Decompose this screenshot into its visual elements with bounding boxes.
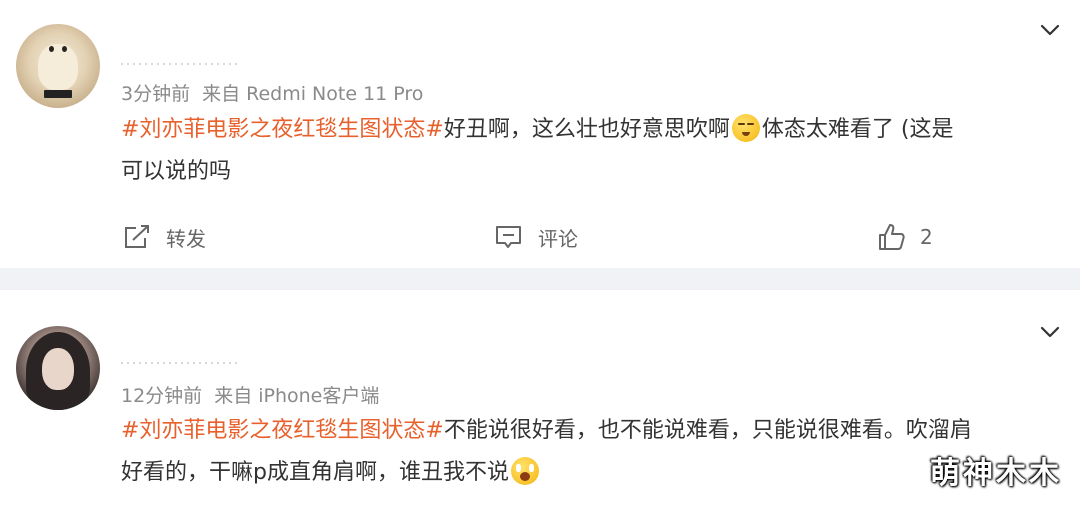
section-divider [0,268,1080,290]
username-placeholder [121,63,241,67]
crying-face-emoji [510,457,539,485]
source-label: 来自 iPhone客户端 [214,385,380,407]
repost-icon [125,225,149,248]
text-segment: 可以说的吗 [121,159,232,184]
squint-face-emoji [731,114,760,142]
comment-label: 评论 [538,226,578,251]
source-label: 来自 Redmi Note 11 Pro [202,83,424,105]
comment-card: 12分钟前 来自 iPhone客户端 #刘亦菲电影之夜红毯生图状态#不能说很好看，… [0,290,1080,508]
topic-link[interactable]: #刘亦菲电影之夜红毯生图状态# [121,418,444,443]
thumbs-up-icon [879,224,905,250]
avatar[interactable] [16,24,100,108]
chevron-down-icon[interactable] [1038,320,1062,344]
watermark: 萌神木木 [930,456,1062,491]
topic-link[interactable]: #刘亦菲电影之夜红毯生图状态# [121,117,444,142]
comment-icon [496,226,521,248]
like-count: 2 [920,225,933,249]
timestamp: 3分钟前 [121,83,191,105]
comment-card: 3分钟前 来自 Redmi Note 11 Pro #刘亦菲电影之夜红毯生图状态#… [0,0,1080,268]
post-meta: 12分钟前 来自 iPhone客户端 [121,381,379,408]
action-bar: 转发 评论 2 [0,220,1080,254]
repost-label: 转发 [166,226,206,251]
username-placeholder [121,362,241,366]
comment-text: #刘亦菲电影之夜红毯生图状态#好丑啊，这么壮也好意思吹啊 体态太难看了 (这是可以… [121,109,1051,193]
comment-text: #刘亦菲电影之夜红毯生图状态#不能说很好看，也不能说难看，只能说很难看。吹溜肩好… [121,410,1051,494]
comment-button[interactable]: 评论 [494,220,578,254]
timestamp: 12分钟前 [121,385,203,407]
post-meta: 3分钟前 来自 Redmi Note 11 Pro [121,79,423,106]
text-segment: 好看的，干嘛p成直角肩啊，谁丑我不说 [121,460,509,485]
repost-button[interactable]: 转发 [122,220,206,254]
avatar[interactable] [16,326,100,410]
text-segment: 体态太难看了 (这是 [761,117,954,142]
text-segment: 好丑啊，这么壮也好意思吹啊 [443,117,730,142]
text-segment: 不能说很好看，也不能说难看，只能说很难看。吹溜肩 [443,418,972,443]
like-button[interactable]: 2 [876,220,933,254]
chevron-down-icon[interactable] [1038,18,1062,42]
